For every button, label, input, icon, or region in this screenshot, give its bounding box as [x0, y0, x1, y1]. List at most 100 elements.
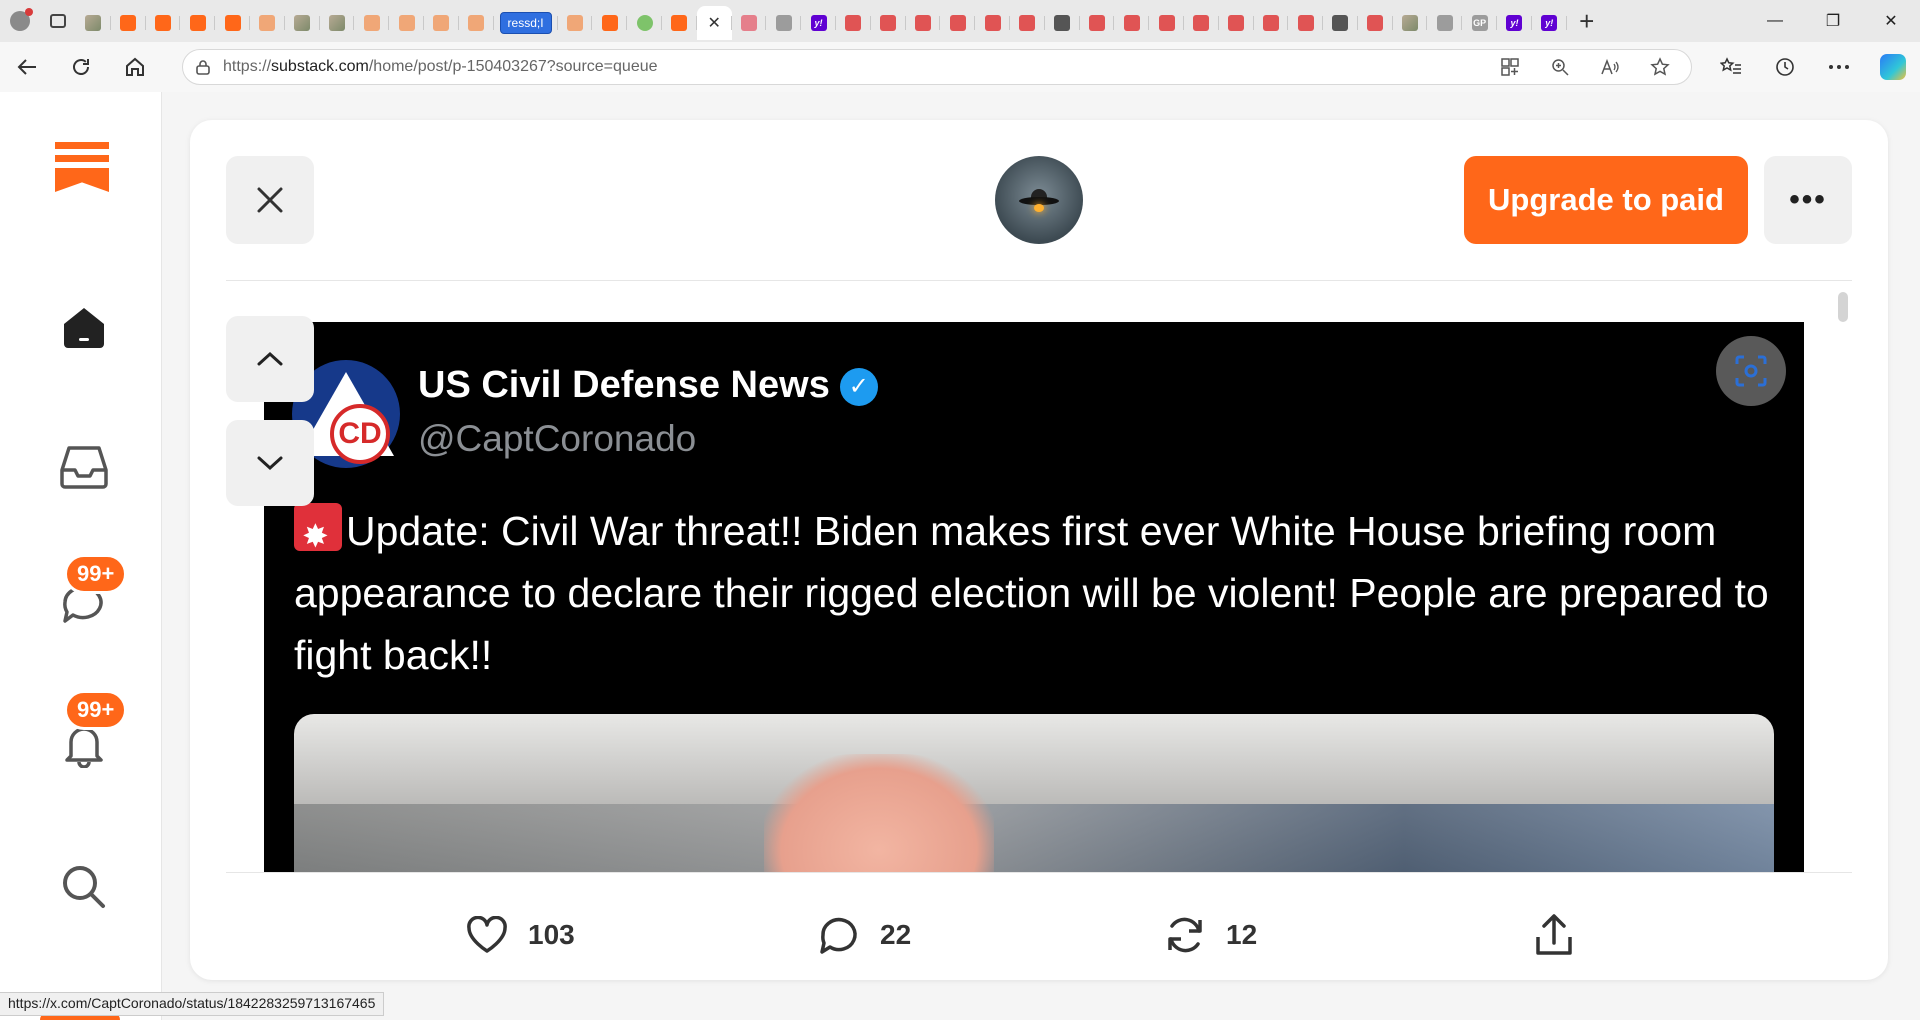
- tab-label: ressd;I: [499, 12, 552, 34]
- restore-button[interactable]: ❐: [1804, 0, 1862, 42]
- browser-tab[interactable]: [111, 6, 146, 40]
- browser-tab[interactable]: [285, 6, 320, 40]
- browser-tab[interactable]: [975, 6, 1010, 40]
- app-available-icon[interactable]: [1485, 58, 1535, 76]
- new-tab-button[interactable]: +: [1567, 0, 1607, 42]
- previous-post-button[interactable]: [226, 316, 314, 402]
- logo-bar-2: [55, 155, 109, 162]
- back-button[interactable]: [0, 42, 54, 92]
- address-bar-icons: [1485, 57, 1685, 77]
- browser-tab[interactable]: y!: [1497, 6, 1532, 40]
- browser-tab[interactable]: [250, 6, 285, 40]
- search-icon: [63, 866, 105, 908]
- tab-actions-icon: [50, 14, 66, 28]
- more-options-button[interactable]: •••: [1764, 156, 1852, 244]
- site-info-icon[interactable]: [183, 59, 223, 75]
- browser-tab[interactable]: [146, 6, 181, 40]
- substack-logo[interactable]: [55, 142, 109, 202]
- minimize-button[interactable]: —: [1746, 0, 1804, 42]
- browser-tab[interactable]: [592, 6, 627, 40]
- tab-favicon-icon: [1297, 15, 1314, 31]
- home-outline-icon: [126, 57, 144, 76]
- browser-tab[interactable]: [766, 6, 801, 40]
- url-host: substack.com: [271, 58, 369, 75]
- browser-tab[interactable]: [1080, 6, 1115, 40]
- browser-tab[interactable]: [459, 6, 494, 40]
- zoom-icon[interactable]: [1535, 58, 1585, 76]
- tab-close-icon[interactable]: ✕: [707, 13, 720, 33]
- browser-tab[interactable]: y!: [1532, 6, 1567, 40]
- browser-tab[interactable]: [320, 6, 355, 40]
- browser-tab[interactable]: [180, 6, 215, 40]
- favorites-button[interactable]: [1704, 42, 1758, 92]
- comment-icon: [820, 917, 857, 954]
- substack-sidebar: 99+ 99+: [0, 92, 162, 1020]
- close-post-button[interactable]: [226, 156, 314, 244]
- home-button[interactable]: [108, 42, 162, 92]
- share-icon: [1536, 914, 1572, 955]
- embedded-tweet-image[interactable]: CD US Civil Defense News ✓ @CaptCoronado …: [264, 322, 1804, 872]
- browser-tab[interactable]: [1288, 6, 1323, 40]
- browser-tab[interactable]: [389, 6, 424, 40]
- tab-actions-button[interactable]: [40, 0, 76, 42]
- browser-tab[interactable]: y!: [801, 6, 836, 40]
- browser-tab[interactable]: [1393, 6, 1428, 40]
- heart-icon: [467, 916, 507, 953]
- share-button[interactable]: [1534, 910, 1574, 960]
- browser-tab[interactable]: [1358, 6, 1393, 40]
- browser-tab[interactable]: [1114, 6, 1149, 40]
- browser-tab[interactable]: [627, 6, 662, 40]
- browser-tab[interactable]: GP: [1462, 6, 1497, 40]
- browser-tab[interactable]: [1323, 6, 1358, 40]
- like-count: 103: [528, 919, 575, 950]
- back-arrow-icon: [17, 59, 36, 75]
- publication-avatar[interactable]: [995, 156, 1083, 244]
- next-post-button[interactable]: [226, 420, 314, 506]
- browser-tab[interactable]: [354, 6, 389, 40]
- browser-tab[interactable]: [906, 6, 941, 40]
- browser-tab[interactable]: [424, 6, 459, 40]
- refresh-button[interactable]: [54, 42, 108, 92]
- photo-background: [294, 804, 1774, 872]
- favorite-star-icon[interactable]: [1635, 57, 1685, 77]
- browser-tab[interactable]: [1010, 6, 1045, 40]
- read-aloud-icon[interactable]: [1585, 58, 1635, 76]
- browser-tab[interactable]: [1149, 6, 1184, 40]
- browser-right-tools: [1704, 42, 1920, 92]
- sidebar-home-button[interactable]: [59, 302, 109, 352]
- browser-tab-labeled[interactable]: ressd;I: [494, 6, 558, 40]
- profile-button[interactable]: [0, 0, 40, 42]
- url-text[interactable]: https://substack.com/home/post/p-1504032…: [223, 58, 1485, 76]
- comment-button[interactable]: 22: [818, 910, 911, 960]
- scrollbar-thumb[interactable]: [1838, 292, 1848, 322]
- window-controls: — ❐ ✕: [1746, 0, 1920, 42]
- browser-tab[interactable]: [1045, 6, 1080, 40]
- sidebar-search-button[interactable]: [59, 862, 109, 912]
- browser-tab[interactable]: [732, 6, 767, 40]
- browser-tab[interactable]: [76, 6, 111, 40]
- visual-search-icon[interactable]: [1716, 336, 1786, 406]
- browser-tab[interactable]: [871, 6, 906, 40]
- address-bar[interactable]: https://substack.com/home/post/p-1504032…: [182, 49, 1692, 85]
- close-window-button[interactable]: ✕: [1862, 0, 1920, 42]
- browser-tab[interactable]: [1184, 6, 1219, 40]
- browser-tab[interactable]: [1254, 6, 1289, 40]
- browser-tab[interactable]: [215, 6, 250, 40]
- tab-favicon-icon: [1193, 15, 1210, 31]
- sidebar-inbox-button[interactable]: [59, 444, 109, 490]
- active-tab[interactable]: ✕: [696, 6, 732, 40]
- browser-tab[interactable]: [558, 6, 593, 40]
- restack-button[interactable]: 12: [1164, 910, 1257, 960]
- browser-tab[interactable]: [940, 6, 975, 40]
- like-button[interactable]: 103: [466, 910, 575, 960]
- upgrade-to-paid-button[interactable]: Upgrade to paid: [1464, 156, 1748, 244]
- copilot-button[interactable]: [1866, 42, 1920, 92]
- tweet-author-name: US Civil Defense News ✓: [418, 364, 878, 407]
- browser-tab[interactable]: [1427, 6, 1463, 40]
- tab-favicon-icon: [259, 15, 276, 31]
- browser-tab[interactable]: [662, 6, 697, 40]
- settings-more-button[interactable]: [1812, 42, 1866, 92]
- browser-tab[interactable]: [1219, 6, 1254, 40]
- browser-tab[interactable]: [836, 6, 871, 40]
- history-button[interactable]: [1758, 42, 1812, 92]
